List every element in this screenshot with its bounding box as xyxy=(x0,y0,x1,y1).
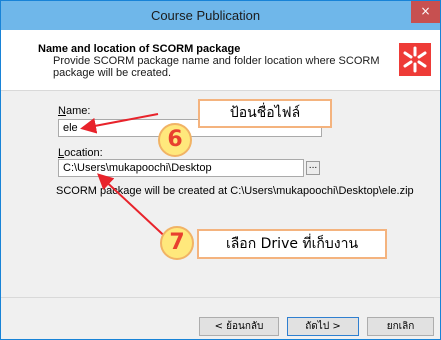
annotation-arrows xyxy=(80,113,173,244)
step-6-badge: 6 xyxy=(158,123,192,157)
step-7-badge: 7 xyxy=(160,226,194,260)
arrow-to-location xyxy=(97,173,173,244)
step-6-callout: ป้อนชื่อไฟล์ xyxy=(198,99,332,128)
step-7-callout: เลือก Drive ที่เก็บงาน xyxy=(197,229,387,259)
arrow-to-name xyxy=(80,113,159,134)
